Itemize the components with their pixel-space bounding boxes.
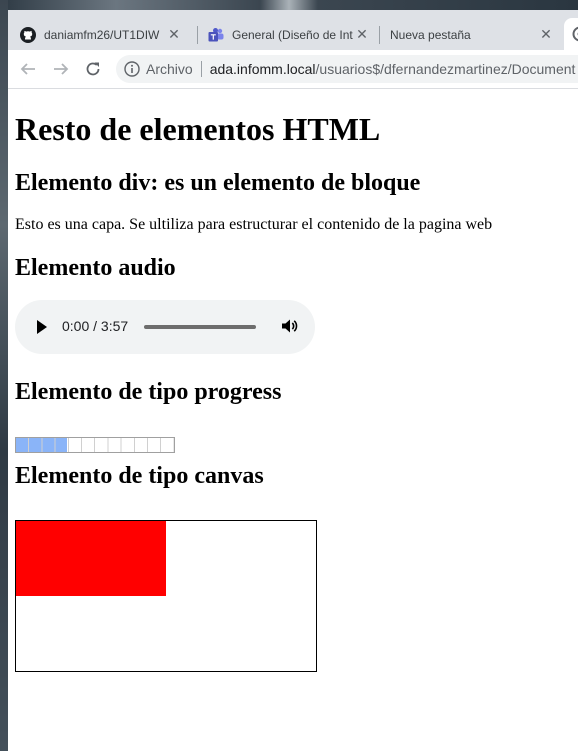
tab-title: General (Diseño de Int xyxy=(232,27,353,42)
volume-icon[interactable] xyxy=(279,316,299,336)
desktop-background xyxy=(0,0,578,10)
tab-title: Nueva pestaña xyxy=(390,27,471,42)
address-bar[interactable]: Archivo ada.infomm.local/usuarios$/dfern… xyxy=(116,55,578,83)
audio-seek-bar[interactable] xyxy=(144,325,256,329)
browser-toolbar: Archivo ada.infomm.local/usuarios$/dfern… xyxy=(8,50,578,89)
progress-heading: Elemento de tipo progress xyxy=(15,379,282,405)
close-tab-icon[interactable]: ✕ xyxy=(354,26,370,43)
close-tab-icon[interactable]: ✕ xyxy=(538,26,554,43)
tab-strip: daniamfm26/UT1DIW ✕ General (Diseño de I… xyxy=(8,10,578,50)
forward-icon[interactable] xyxy=(49,58,73,80)
github-icon xyxy=(20,26,36,43)
tab-new-tab[interactable]: Nueva pestaña ✕ xyxy=(380,19,562,50)
teams-icon xyxy=(208,27,224,41)
canvas-element xyxy=(15,520,317,672)
page-content: Resto de elementos HTML Elemento div: es… xyxy=(8,89,578,751)
canvas-heading: Elemento de tipo canvas xyxy=(15,463,264,489)
tab-github[interactable]: daniamfm26/UT1DIW ✕ xyxy=(8,19,190,50)
play-icon[interactable] xyxy=(37,320,47,334)
tab-active[interactable] xyxy=(564,18,578,50)
close-tab-icon[interactable]: ✕ xyxy=(166,26,182,43)
progress-ticks xyxy=(16,438,174,452)
url-host: ada.infomm.local xyxy=(209,61,316,77)
div-heading: Elemento div: es un elemento de bloque xyxy=(15,170,421,196)
page-title: Resto de elementos HTML xyxy=(15,111,381,147)
audio-player[interactable]: 0:00 / 3:57 xyxy=(15,300,315,354)
reload-icon[interactable] xyxy=(81,58,105,80)
security-label: Archivo xyxy=(146,61,193,77)
url-path: /usuarios$/dfernandezmartinez/Document xyxy=(315,61,576,77)
tab-title: daniamfm26/UT1DIW xyxy=(44,27,160,42)
tab-teams[interactable]: General (Diseño de Int ✕ xyxy=(196,19,378,50)
desktop-background-left xyxy=(0,0,8,751)
canvas-red-rectangle xyxy=(16,521,166,596)
audio-heading: Elemento audio xyxy=(15,255,176,281)
audio-time: 0:00 / 3:57 xyxy=(62,318,129,334)
div-text: Esto es una capa. Se ultiliza para estru… xyxy=(15,216,493,233)
info-icon[interactable] xyxy=(124,61,140,77)
back-icon[interactable] xyxy=(16,58,40,80)
omnibox-divider xyxy=(200,61,202,77)
progress-bar xyxy=(15,437,175,453)
browser-window: daniamfm26/UT1DIW ✕ General (Diseño de I… xyxy=(8,10,578,751)
page-icon xyxy=(572,26,578,42)
